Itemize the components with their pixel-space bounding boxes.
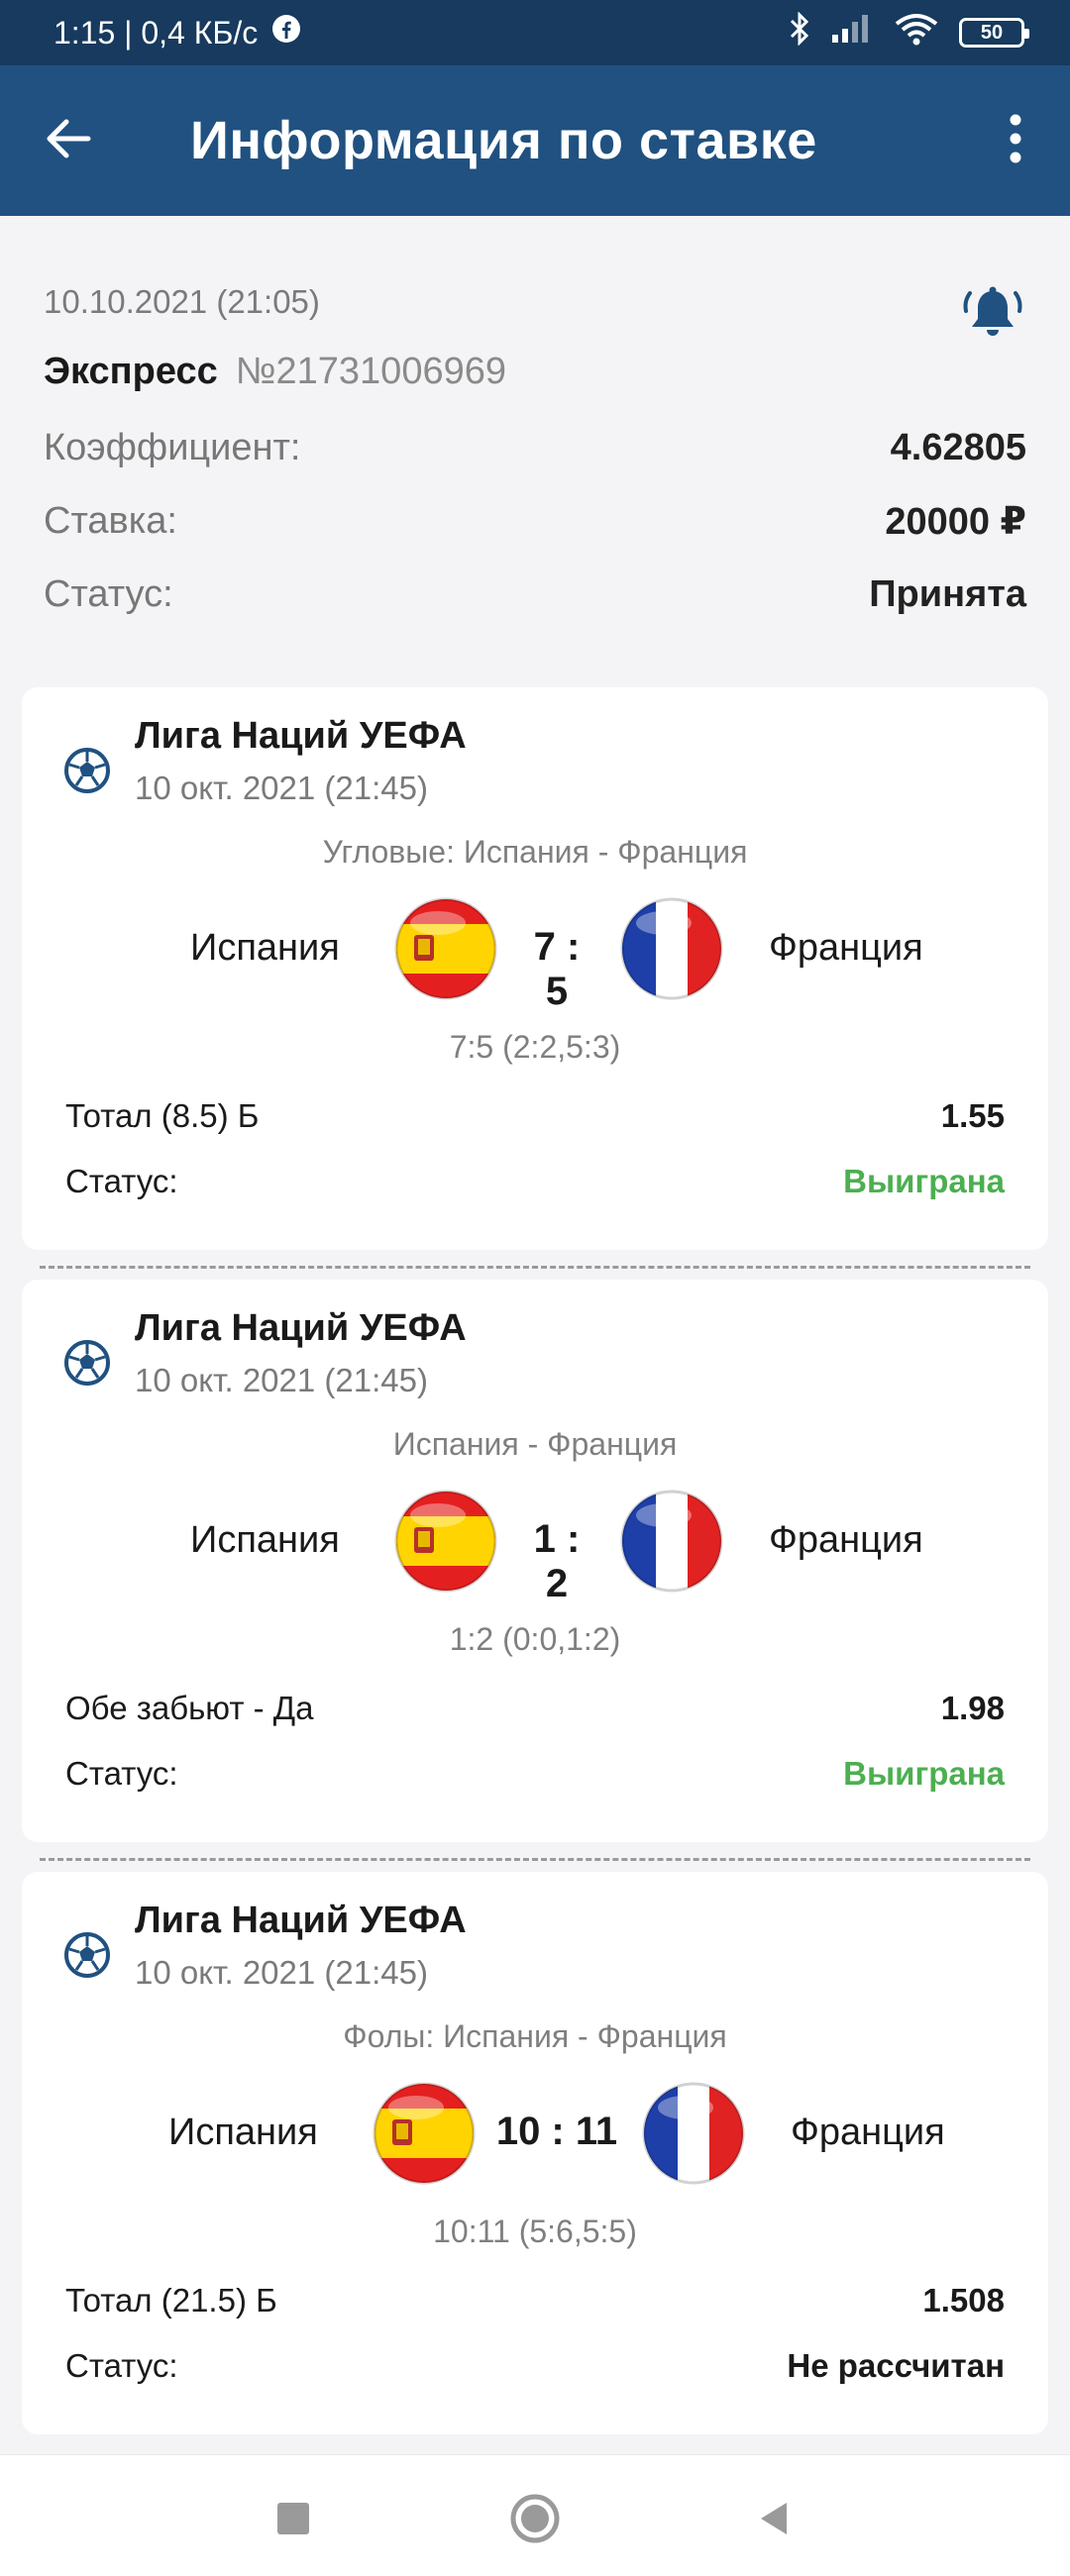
outcome-name: Тотал (21.5) Б [65, 2282, 277, 2318]
event-card-2[interactable]: Лига Наций УЕФА 10 окт. 2021 (21:45) Исп… [22, 1280, 1048, 1842]
event-date: 10 окт. 2021 (21:45) [135, 770, 428, 806]
away-team: Франция [791, 2112, 945, 2153]
status-bar: 1:15 | 0,4 КБ/с 50 [0, 0, 1070, 65]
event-status-value: Выиграна [843, 1163, 1005, 1199]
outcome-odds: 1.508 [922, 2282, 1005, 2318]
notification-button[interactable] [961, 283, 1026, 349]
coefficient-row: Коэффициент: 4.62805 [44, 427, 1026, 469]
match-score-row: Испания 7 : 5 Франция [22, 897, 1048, 1013]
match-score-row: Испания 1 : 2 Франция [22, 1490, 1048, 1605]
more-vert-icon [1009, 114, 1022, 168]
event-header: Лига Наций УЕФА 10 окт. 2021 (21:45) [63, 715, 467, 807]
content: 10.10.2021 (21:05) Экспресс №21731006969 … [0, 216, 1070, 616]
battery-level: 50 [980, 21, 1004, 44]
stake-row: Ставка: 20000 ₽ [44, 499, 1026, 544]
more-options-button[interactable] [961, 65, 1070, 216]
soccer-ball-icon [63, 747, 111, 794]
bet-summary: 10.10.2021 (21:05) Экспресс №21731006969 … [0, 216, 1070, 616]
wifi-icon [894, 12, 939, 53]
league-name: Лига Наций УЕФА [135, 715, 467, 757]
home-team: Испания [190, 927, 340, 969]
event-status-row: Статус: Не рассчитан [65, 2347, 1005, 2385]
score: 1 : 2 [533, 1517, 581, 1605]
bet-datetime: 10.10.2021 (21:05) [44, 283, 320, 320]
event-header: Лига Наций УЕФА 10 окт. 2021 (21:45) [63, 1307, 467, 1399]
event-status-row: Статус: Выиграна [65, 1163, 1005, 1200]
stake-label: Ставка: [44, 500, 177, 542]
event-card-3[interactable]: Лига Наций УЕФА 10 окт. 2021 (21:45) Фол… [22, 1872, 1048, 2434]
event-status-label: Статус: [65, 2347, 178, 2384]
spain-flag-icon [394, 1490, 497, 1593]
outcome-odds: 1.98 [940, 1690, 1005, 1726]
page-title: Информация по ставке [190, 111, 817, 170]
event-header: Лига Наций УЕФА 10 окт. 2021 (21:45) [63, 1900, 467, 1992]
bet-number: №21731006969 [235, 351, 506, 392]
battery-icon: 50 [959, 18, 1029, 48]
event-date: 10 окт. 2021 (21:45) [135, 1362, 428, 1398]
market-name: Испания - Франция [392, 1426, 678, 1462]
home-team: Испания [168, 2112, 318, 2153]
status-row: Статус: Принята [44, 573, 1026, 616]
bluetooth-icon [789, 11, 810, 53]
facebook-icon [271, 14, 301, 52]
status-label: Статус: [44, 573, 173, 615]
status-time: 1:15 | 0,4 КБ/с [54, 14, 259, 51]
market-name: Фолы: Испания - Франция [343, 2018, 727, 2054]
market-name: Угловые: Испания - Франция [322, 834, 748, 870]
league-name: Лига Наций УЕФА [135, 1307, 467, 1349]
outcome-name: Тотал (8.5) Б [65, 1097, 260, 1134]
back-button[interactable] [0, 65, 143, 216]
score: 7 : 5 [533, 925, 581, 1013]
bet-type: Экспресс [44, 351, 218, 392]
stake-value: 20000 ₽ [885, 501, 1026, 543]
recents-button[interactable] [264, 2491, 323, 2550]
event-status-value: Не рассчитан [787, 2347, 1005, 2384]
event-status-value: Выиграна [843, 1755, 1005, 1792]
bet-type-line: Экспресс №21731006969 [44, 351, 1026, 393]
event-card-1[interactable]: Лига Наций УЕФА 10 окт. 2021 (21:45) Угл… [22, 687, 1048, 1250]
outcome-row: Обе забьют - Да 1.98 [65, 1690, 1005, 1727]
event-status-row: Статус: Выиграна [65, 1755, 1005, 1793]
card-separator [40, 1266, 1030, 1269]
arrow-left-icon [45, 118, 92, 164]
match-score-row: Испания 10 : 11 Франция [22, 2082, 1048, 2191]
coefficient-value: 4.62805 [890, 427, 1026, 468]
bell-icon [961, 286, 1024, 351]
france-flag-icon [620, 1490, 723, 1593]
outcome-row: Тотал (21.5) Б 1.508 [65, 2282, 1005, 2319]
outcome-name: Обе забьют - Да [65, 1690, 314, 1726]
system-nav-bar [0, 2454, 1070, 2576]
triangle-back-icon [755, 2499, 795, 2543]
soccer-ball-icon [63, 1931, 111, 1979]
score-detail: 1:2 (0:0,1:2) [449, 1621, 621, 1657]
france-flag-icon [620, 897, 723, 1000]
away-team: Франция [769, 1519, 923, 1561]
event-date: 10 окт. 2021 (21:45) [135, 1954, 428, 1991]
spain-flag-icon [373, 2082, 476, 2185]
score-detail: 10:11 (5:6,5:5) [433, 2214, 637, 2249]
coefficient-label: Коэффициент: [44, 427, 301, 468]
circle-home-icon [509, 2493, 561, 2549]
away-team: Франция [769, 927, 923, 969]
status-value: Принята [869, 573, 1026, 615]
home-button[interactable] [505, 2491, 565, 2550]
soccer-ball-icon [63, 1339, 111, 1387]
card-separator [40, 1858, 1030, 1861]
outcome-row: Тотал (8.5) Б 1.55 [65, 1097, 1005, 1135]
home-team: Испания [190, 1519, 340, 1561]
signal-icon [830, 13, 874, 52]
event-status-label: Статус: [65, 1163, 178, 1199]
app-bar: Информация по ставке [0, 65, 1070, 216]
outcome-odds: 1.55 [940, 1097, 1005, 1134]
event-status-label: Статус: [65, 1755, 178, 1792]
france-flag-icon [642, 2082, 745, 2185]
back-nav-button[interactable] [745, 2491, 804, 2550]
league-name: Лига Наций УЕФА [135, 1900, 467, 1941]
score: 10 : 11 [495, 2110, 618, 2153]
spain-flag-icon [394, 897, 497, 1000]
score-detail: 7:5 (2:2,5:3) [449, 1029, 621, 1065]
square-icon [273, 2499, 313, 2543]
